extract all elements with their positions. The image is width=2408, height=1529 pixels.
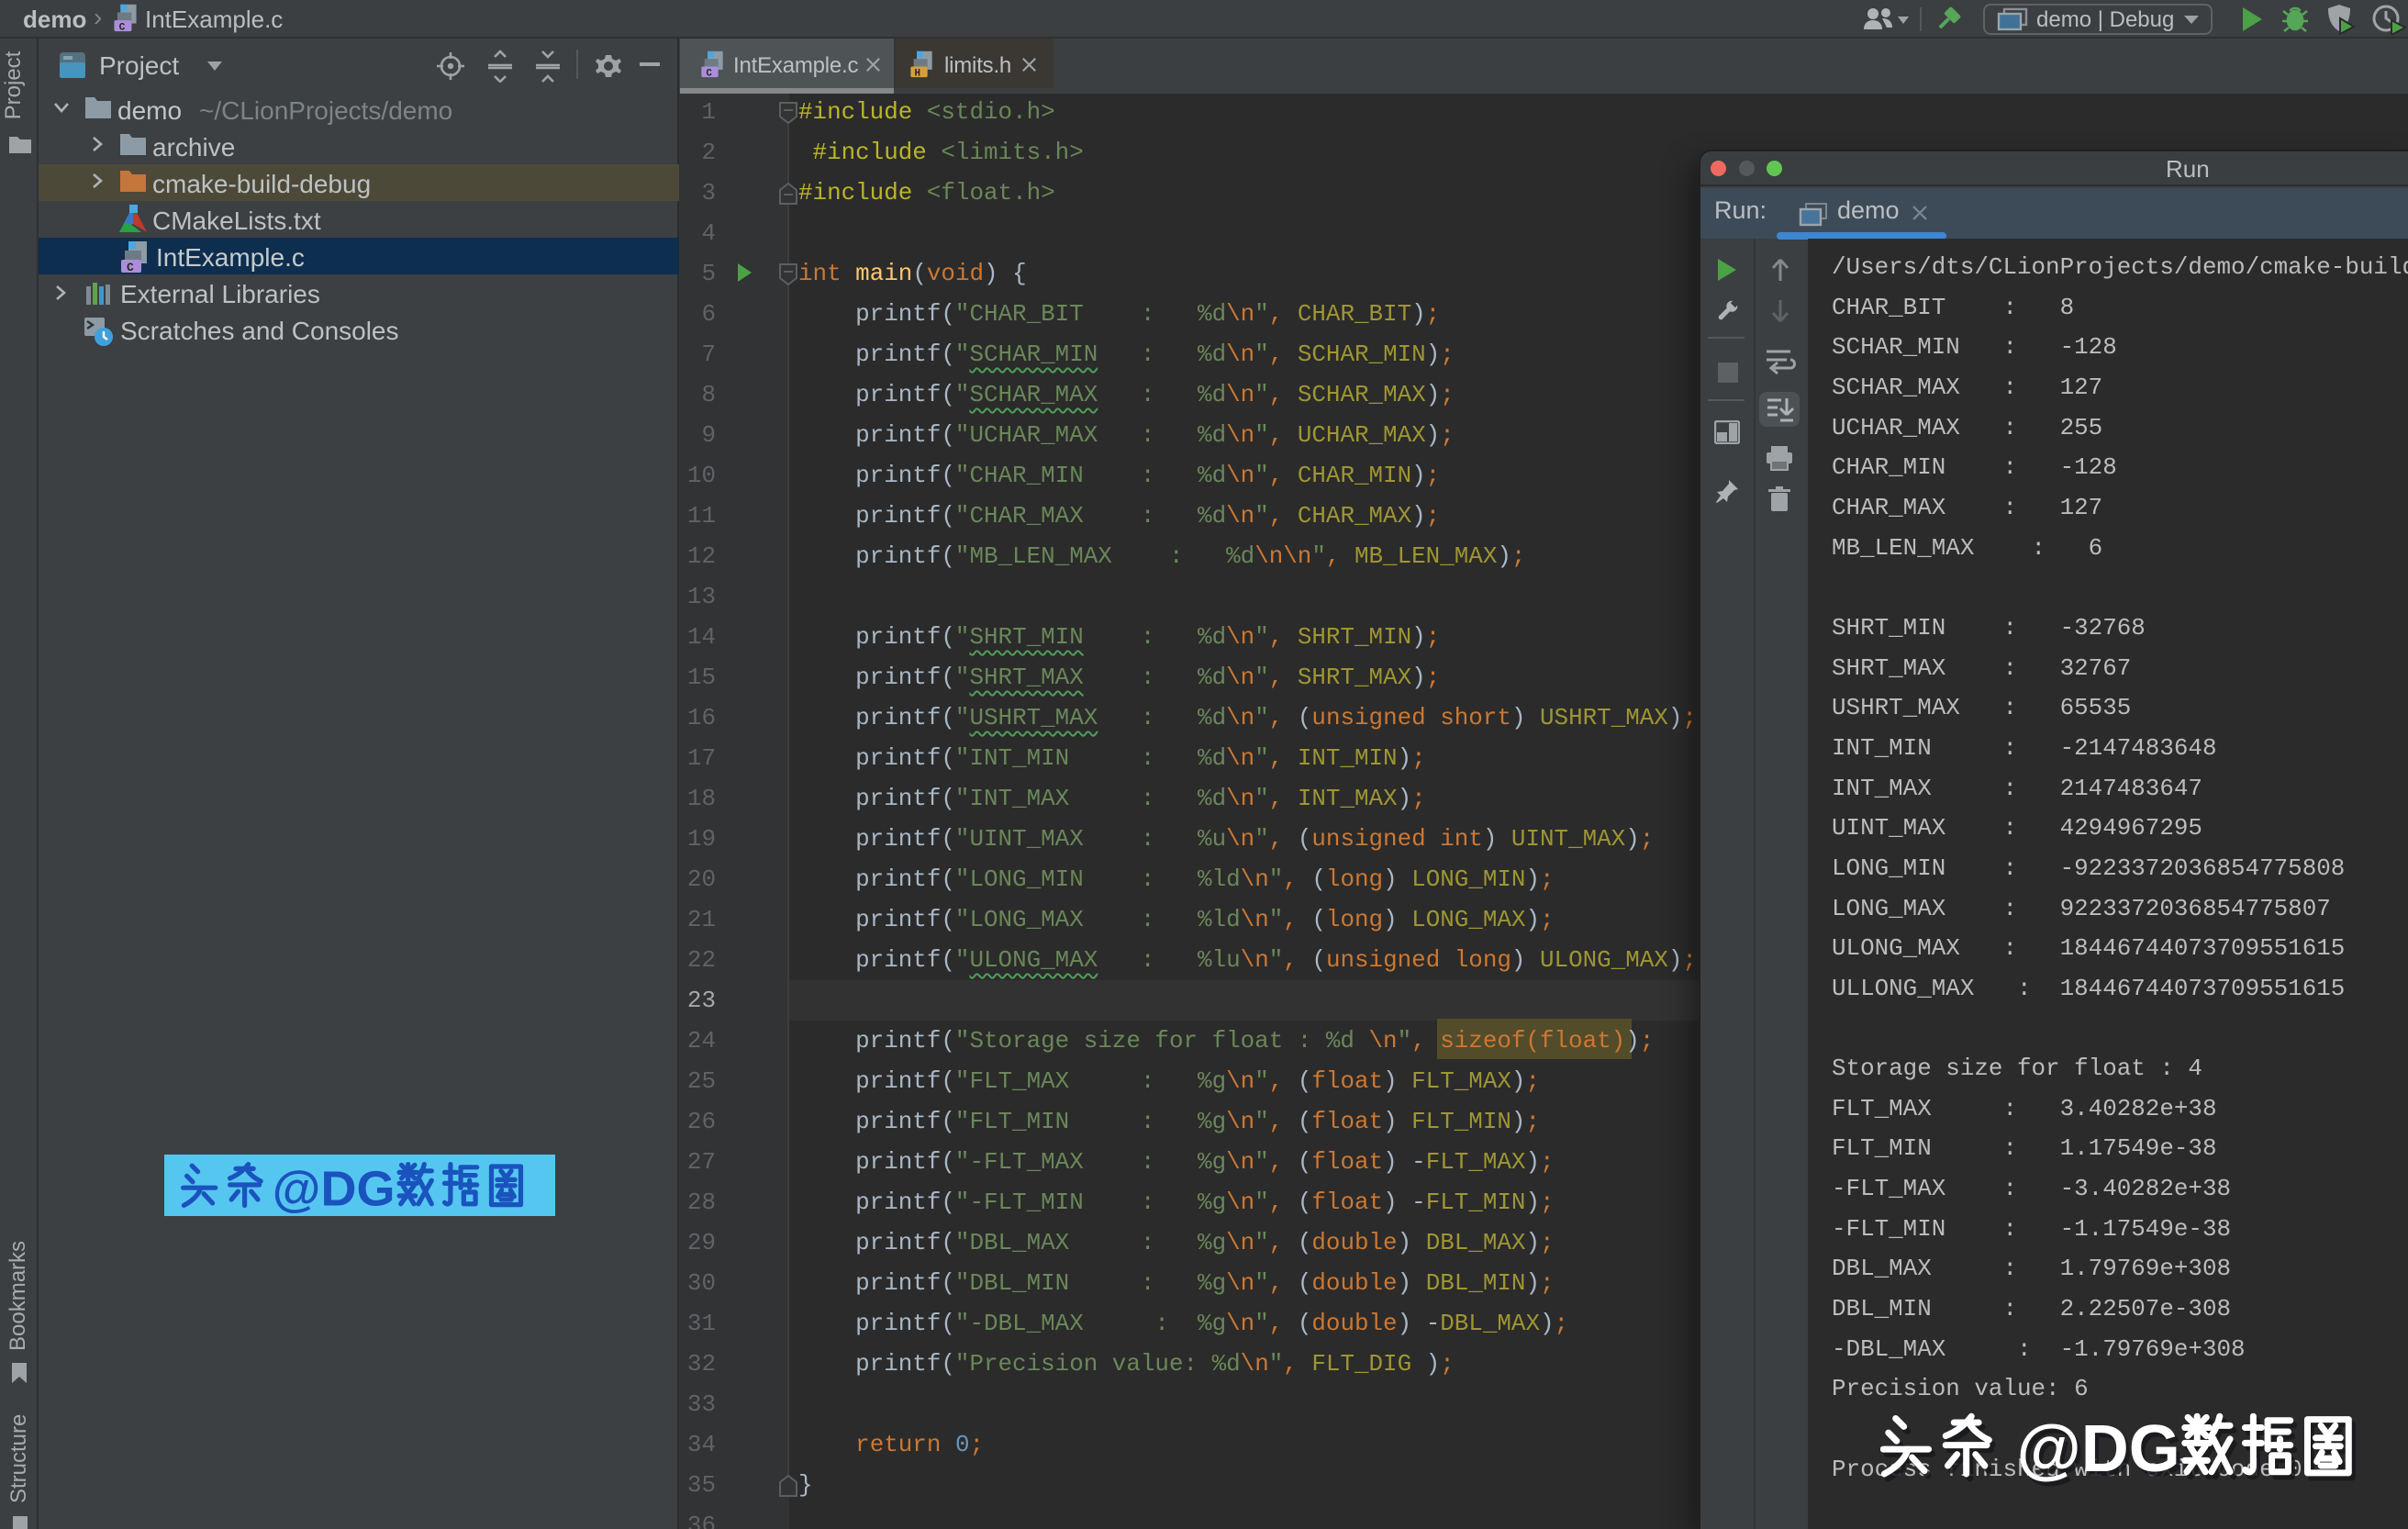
svg-text:@DG: @DG bbox=[273, 1162, 396, 1216]
svg-text:C: C bbox=[127, 261, 134, 274]
svg-text:C: C bbox=[119, 22, 126, 33]
svg-text:@DG: @DG bbox=[2017, 1412, 2180, 1486]
svg-text:C: C bbox=[706, 69, 712, 80]
svg-text:H: H bbox=[915, 69, 921, 80]
